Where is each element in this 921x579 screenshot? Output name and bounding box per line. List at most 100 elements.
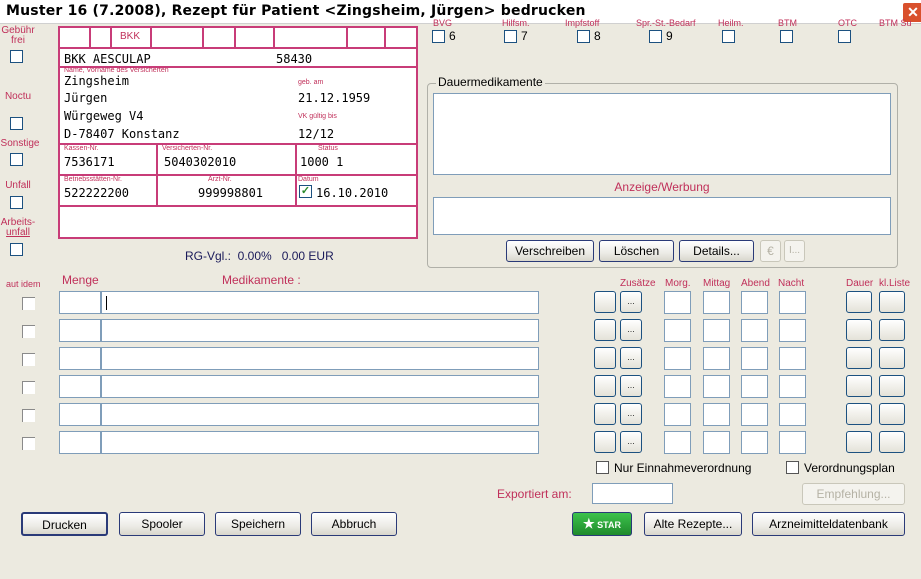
info-button[interactable]: I...: [784, 240, 805, 262]
dosis-abend-input[interactable]: [741, 347, 768, 370]
euro-button[interactable]: €: [760, 240, 781, 262]
abbruch-button[interactable]: Abbruch: [311, 512, 397, 536]
dosis-mittag-input[interactable]: [703, 291, 730, 314]
dauer-button[interactable]: [846, 319, 872, 341]
dosis-mittag-input[interactable]: [703, 319, 730, 342]
aut-idem-checkbox[interactable]: [22, 437, 35, 450]
speichern-button[interactable]: Speichern: [215, 512, 301, 536]
medikament-input[interactable]: [101, 291, 539, 314]
klliste-button[interactable]: [879, 291, 905, 313]
bvg-checkbox[interactable]: [432, 30, 445, 43]
dosis-abend-input[interactable]: [741, 375, 768, 398]
dosis-morgen-input[interactable]: [664, 403, 691, 426]
dosis-nacht-input[interactable]: [779, 403, 806, 426]
aut-idem-checkbox[interactable]: [22, 325, 35, 338]
flag-arbeitsunfall-checkbox[interactable]: [10, 243, 23, 256]
dauer-button[interactable]: [846, 375, 872, 397]
dosis-nacht-input[interactable]: [779, 291, 806, 314]
zusatz-button[interactable]: [594, 403, 616, 425]
dosis-morgen-input[interactable]: [664, 291, 691, 314]
menge-input[interactable]: [59, 319, 101, 342]
dauermedikamente-list[interactable]: [433, 93, 891, 175]
hilfsm-checkbox[interactable]: [504, 30, 517, 43]
medikament-input[interactable]: [101, 347, 539, 370]
exportiert-field[interactable]: [592, 483, 673, 504]
klliste-button[interactable]: [879, 347, 905, 369]
flag-noctu-checkbox[interactable]: [10, 117, 23, 130]
zusatz-more-button[interactable]: ...: [620, 291, 642, 313]
flag-sonstige-checkbox[interactable]: [10, 153, 23, 166]
medikament-input[interactable]: [101, 431, 539, 454]
nur-einnahme-checkbox[interactable]: [596, 461, 609, 474]
empfehlung-button[interactable]: Empfehlung...: [802, 483, 905, 505]
heilm-checkbox[interactable]: [722, 30, 735, 43]
klliste-button[interactable]: [879, 375, 905, 397]
dosis-morgen-input[interactable]: [664, 347, 691, 370]
otc-checkbox[interactable]: [838, 30, 851, 43]
menge-input[interactable]: [59, 431, 101, 454]
aut-idem-checkbox[interactable]: [22, 409, 35, 422]
dosis-abend-input[interactable]: [741, 403, 768, 426]
menge-input[interactable]: [59, 375, 101, 398]
dosis-mittag-input[interactable]: [703, 375, 730, 398]
menge-input[interactable]: [59, 403, 101, 426]
dosis-abend-input[interactable]: [741, 291, 768, 314]
flag-gebuehr-frei-checkbox[interactable]: [10, 50, 23, 63]
klliste-button[interactable]: [879, 319, 905, 341]
verordnungsplan-label: Verordnungsplan: [804, 461, 895, 475]
flag-unfall-checkbox[interactable]: [10, 196, 23, 209]
drucken-button[interactable]: Drucken: [21, 512, 108, 536]
aut-idem-checkbox[interactable]: [22, 297, 35, 310]
zusatz-more-button[interactable]: ...: [620, 347, 642, 369]
dosis-mittag-input[interactable]: [703, 403, 730, 426]
klliste-button[interactable]: [879, 431, 905, 453]
klliste-button[interactable]: [879, 403, 905, 425]
dosis-abend-input[interactable]: [741, 431, 768, 454]
dosis-mittag-input[interactable]: [703, 431, 730, 454]
dosis-nacht-input[interactable]: [779, 375, 806, 398]
zusatz-more-button[interactable]: ...: [620, 319, 642, 341]
zusatz-more-button[interactable]: ...: [620, 431, 642, 453]
dauer-button[interactable]: [846, 403, 872, 425]
medikament-input[interactable]: [101, 375, 539, 398]
spr-st-bedarf-checkbox[interactable]: [649, 30, 662, 43]
zusatz-button[interactable]: [594, 375, 616, 397]
aut-idem-checkbox[interactable]: [22, 381, 35, 394]
menge-input[interactable]: [59, 291, 101, 314]
menge-input[interactable]: [59, 347, 101, 370]
dosis-morgen-input[interactable]: [664, 375, 691, 398]
datum-checkbox[interactable]: ✓: [299, 185, 312, 198]
medikament-input[interactable]: [101, 319, 539, 342]
verschreiben-button[interactable]: Verschreiben: [506, 240, 594, 262]
aut-idem-checkbox[interactable]: [22, 353, 35, 366]
dosis-nacht-input[interactable]: [779, 431, 806, 454]
dauer-button[interactable]: [846, 347, 872, 369]
spooler-button[interactable]: Spooler: [119, 512, 205, 536]
medikament-input[interactable]: [101, 403, 539, 426]
zusatz-button[interactable]: [594, 431, 616, 453]
zusatz-more-button[interactable]: ...: [620, 403, 642, 425]
star-button[interactable]: ★ STAR: [572, 512, 632, 536]
details-button[interactable]: Details...: [679, 240, 754, 262]
verordnungsplan-checkbox[interactable]: [786, 461, 799, 474]
btm-checkbox[interactable]: [780, 30, 793, 43]
zusatz-button[interactable]: [594, 319, 616, 341]
zusatz-button[interactable]: [594, 291, 616, 313]
dauer-button[interactable]: [846, 291, 872, 313]
mittag-label: Mittag: [703, 278, 731, 289]
dosis-mittag-input[interactable]: [703, 347, 730, 370]
dosis-morgen-input[interactable]: [664, 431, 691, 454]
dosis-nacht-input[interactable]: [779, 347, 806, 370]
arzneimitteldatenbank-button[interactable]: Arzneimitteldatenbank: [752, 512, 905, 536]
menge-label: Menge: [62, 273, 99, 287]
zusatz-button[interactable]: [594, 347, 616, 369]
loeschen-button[interactable]: Löschen: [599, 240, 674, 262]
impfstoff-checkbox[interactable]: [577, 30, 590, 43]
patient-city: D-78407 Konstanz: [64, 127, 180, 141]
dosis-nacht-input[interactable]: [779, 319, 806, 342]
dosis-morgen-input[interactable]: [664, 319, 691, 342]
alte-rezepte-button[interactable]: Alte Rezepte...: [644, 512, 742, 536]
zusatz-more-button[interactable]: ...: [620, 375, 642, 397]
dosis-abend-input[interactable]: [741, 319, 768, 342]
dauer-button[interactable]: [846, 431, 872, 453]
